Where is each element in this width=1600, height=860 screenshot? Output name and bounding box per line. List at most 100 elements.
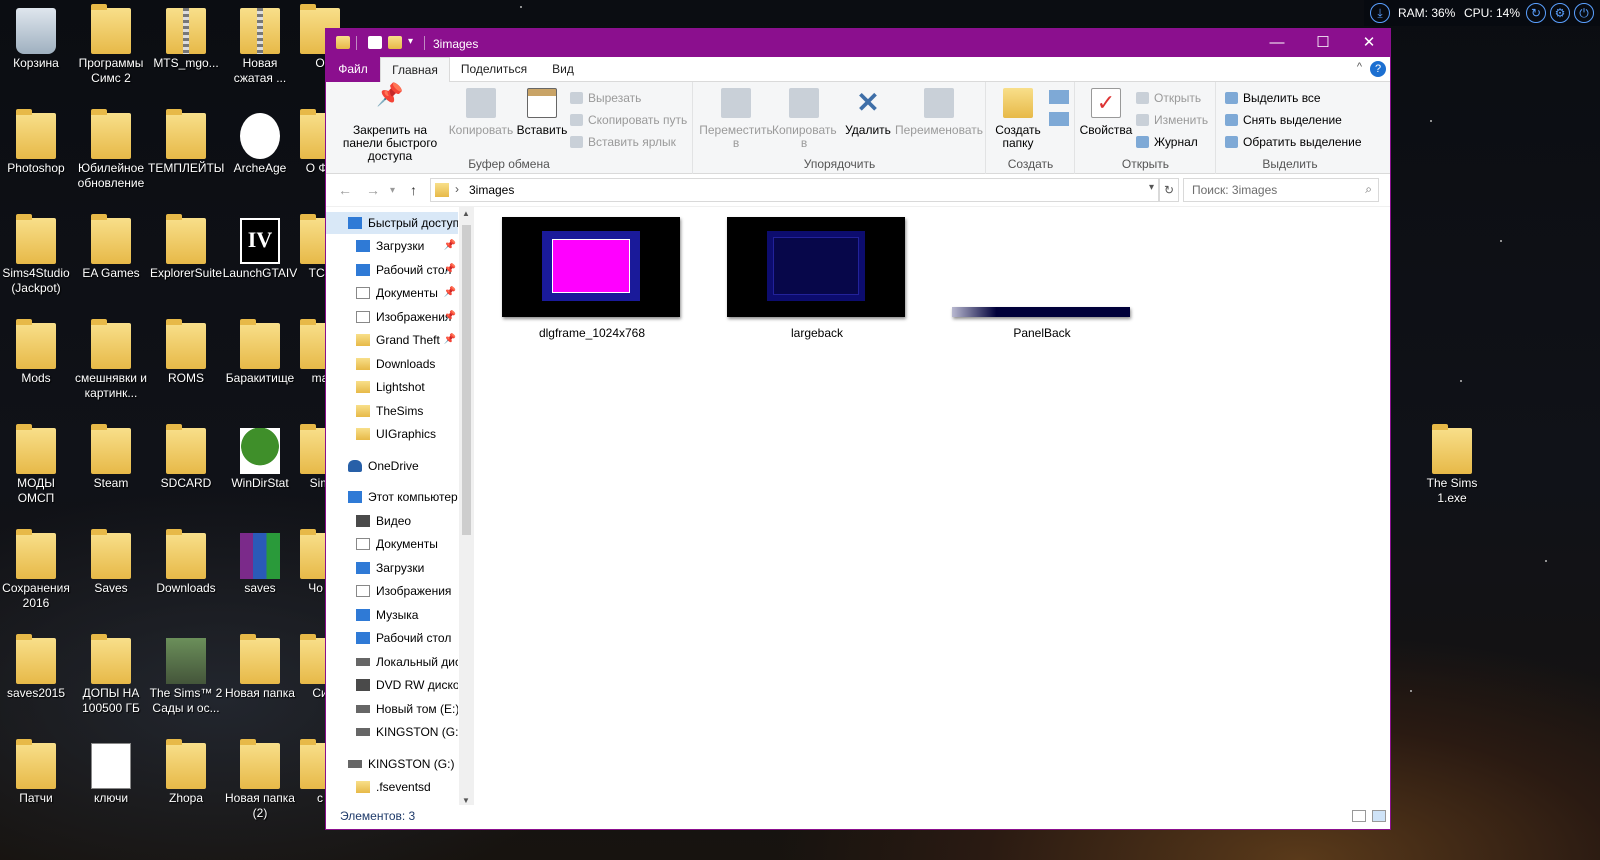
desktop-icon-item[interactable]: Sims4Studio (Jackpot) — [0, 214, 74, 296]
nav-item[interactable]: Загрузки 📌 — [326, 235, 458, 257]
desktop-icon-item[interactable]: Патчи — [0, 739, 74, 806]
search-input[interactable]: Поиск: 3images ⌕ — [1183, 178, 1379, 202]
desktop-icon-item[interactable]: Сохранения 2016 — [0, 529, 74, 611]
select-all-button[interactable]: Выделить все — [1225, 90, 1321, 106]
tab-file[interactable]: Файл — [326, 57, 380, 82]
desktop-icon-item[interactable]: Mods — [0, 319, 74, 386]
new-folder-quick-icon[interactable] — [388, 36, 402, 49]
desktop-icon-item[interactable]: ТЕМПЛЕЙТЫ — [148, 109, 224, 176]
rename-button[interactable]: Переименовать — [894, 86, 984, 137]
desktop-icon-item[interactable]: EA Games — [73, 214, 149, 281]
close-button[interactable]: ✕ — [1346, 29, 1392, 57]
pin-icon[interactable]: 📌 — [444, 329, 456, 351]
nav-item[interactable]: Локальный дис — [326, 651, 458, 673]
refresh-button[interactable]: ↻ — [1159, 178, 1179, 202]
invert-selection-button[interactable]: Обратить выделение — [1225, 134, 1362, 150]
nav-item[interactable]: Рабочий стол — [326, 627, 458, 649]
desktop-icon-item[interactable]: Юбилейное обновление — [73, 109, 149, 191]
properties-button[interactable]: ✓ Свойства — [1078, 86, 1134, 137]
refresh-icon[interactable]: ↻ — [1526, 3, 1546, 23]
paste-button[interactable]: Вставить — [516, 86, 568, 137]
nav-item[interactable]: .fseventsd — [326, 776, 458, 798]
desktop-icon-item[interactable]: Saves — [73, 529, 149, 596]
history-button[interactable]: Журнал — [1136, 134, 1198, 150]
paste-shortcut-button[interactable]: Вставить ярлык — [570, 134, 676, 150]
properties-quick-icon[interactable] — [368, 36, 382, 49]
nav-item[interactable]: Lightshot — [326, 376, 458, 398]
desktop-icon-item[interactable]: The Sims 1.exe — [1414, 424, 1490, 506]
nav-item[interactable]: Загрузки — [326, 557, 458, 579]
desktop-icon-item[interactable]: The Sims™ 2 Сады и ос... — [148, 634, 224, 716]
title-bar[interactable]: ▾ 3images — ☐ ✕ — [326, 29, 1390, 57]
file-item[interactable]: largeback — [727, 217, 907, 340]
new-item-icon[interactable] — [1049, 90, 1069, 104]
copy-path-button[interactable]: Скопировать путь — [570, 112, 687, 128]
desktop-icon-item[interactable]: Steam — [73, 424, 149, 491]
pin-quick-access-button[interactable]: 📌 Закрепить на панели быстрого доступа — [332, 84, 448, 163]
details-view-icon[interactable] — [1352, 810, 1366, 822]
address-dropdown-icon[interactable]: ▾ — [1149, 182, 1154, 193]
nav-item[interactable]: Видео — [326, 510, 458, 532]
nav-item[interactable]: KINGSTON (G:) — [326, 753, 458, 775]
nav-item[interactable]: DVD RW диско — [326, 674, 458, 696]
cut-button[interactable]: Вырезать — [570, 90, 641, 106]
select-none-button[interactable]: Снять выделение — [1225, 112, 1342, 128]
maximize-button[interactable]: ☐ — [1300, 29, 1346, 57]
forward-button[interactable]: → — [366, 182, 380, 198]
desktop-icon-item[interactable]: ключи — [73, 739, 149, 806]
help-icon[interactable]: ? — [1370, 61, 1386, 77]
minimize-button[interactable]: — — [1254, 29, 1300, 57]
nav-item[interactable]: Документы — [326, 533, 458, 555]
desktop-icon-item[interactable]: Программы Симс 2 — [73, 4, 149, 86]
nav-item[interactable]: Изображения — [326, 580, 458, 602]
tab-share[interactable]: Поделиться — [454, 57, 534, 82]
large-icons-view-icon[interactable] — [1372, 810, 1386, 822]
scrollbar-thumb[interactable] — [462, 225, 471, 535]
desktop-icon-item[interactable]: Корзина — [0, 4, 74, 71]
nav-item[interactable]: Музыка — [326, 604, 458, 626]
scroll-down-icon[interactable]: ▼ — [462, 796, 470, 805]
up-button[interactable]: ↑ — [410, 182, 417, 198]
desktop-icon-item[interactable]: смешнявки и картинк... — [73, 319, 149, 401]
file-item[interactable]: dlgframe_1024x768 — [502, 217, 682, 340]
pin-icon[interactable]: 📌 — [444, 259, 456, 281]
nav-item[interactable]: Новый том (E:) — [326, 698, 458, 720]
easy-access-icon[interactable] — [1049, 112, 1069, 126]
nav-item[interactable]: Downloads — [326, 353, 458, 375]
desktop-icon-item[interactable]: ROMS — [148, 319, 224, 386]
copy-button[interactable]: Копировать — [448, 86, 514, 137]
nav-item[interactable]: UIGraphics — [326, 423, 458, 445]
nav-item[interactable]: TheSims — [326, 400, 458, 422]
desktop-icon-item[interactable]: Downloads — [148, 529, 224, 596]
address-bar[interactable]: › 3images ▾ — [430, 178, 1159, 202]
back-button[interactable]: ← — [338, 182, 352, 198]
nav-item[interactable]: Изображения 📌 — [326, 306, 458, 328]
move-to-button[interactable]: Переместить в — [698, 86, 774, 150]
open-button[interactable]: Открыть — [1136, 90, 1201, 106]
tab-home[interactable]: Главная — [380, 57, 450, 83]
scroll-up-icon[interactable]: ▲ — [462, 209, 470, 218]
nav-item[interactable]: Этот компьютер — [326, 486, 458, 508]
nav-item[interactable]: Рабочий стол 📌 — [326, 259, 458, 281]
nav-scrollbar[interactable]: ▲ ▼ — [459, 207, 474, 807]
nav-item[interactable]: OneDrive — [326, 455, 458, 477]
recent-locations-icon[interactable]: ▾ — [390, 185, 395, 196]
pin-icon[interactable]: 📌 — [444, 235, 456, 257]
collapse-ribbon-icon[interactable]: ^ — [1357, 61, 1362, 73]
pin-icon[interactable]: 📌 — [444, 282, 456, 304]
file-item[interactable]: PanelBack — [952, 217, 1132, 340]
power-icon[interactable]: ⏻ — [1574, 3, 1594, 23]
delete-button[interactable]: ✕ Удалить — [840, 86, 896, 137]
desktop-icon-item[interactable]: Photoshop — [0, 109, 74, 176]
edit-button[interactable]: Изменить — [1136, 112, 1208, 128]
new-folder-button[interactable]: Создать папку — [991, 86, 1045, 150]
customize-quick-access-icon[interactable]: ▾ — [408, 36, 413, 47]
nav-item[interactable]: Grand Theft 📌 — [326, 329, 458, 351]
desktop-icon-item[interactable]: MTS_mgo... — [148, 4, 224, 71]
tab-view[interactable]: Вид — [540, 57, 586, 82]
copy-to-button[interactable]: Копировать в — [772, 86, 837, 150]
desktop-icon-item[interactable]: ДОПЫ НА 100500 ГБ — [73, 634, 149, 716]
desktop-icon-item[interactable]: МОДЫ ОМСП — [0, 424, 74, 506]
nav-item[interactable]: Быстрый доступ — [326, 212, 458, 234]
nav-item[interactable]: KINGSTON (G:) — [326, 721, 458, 743]
